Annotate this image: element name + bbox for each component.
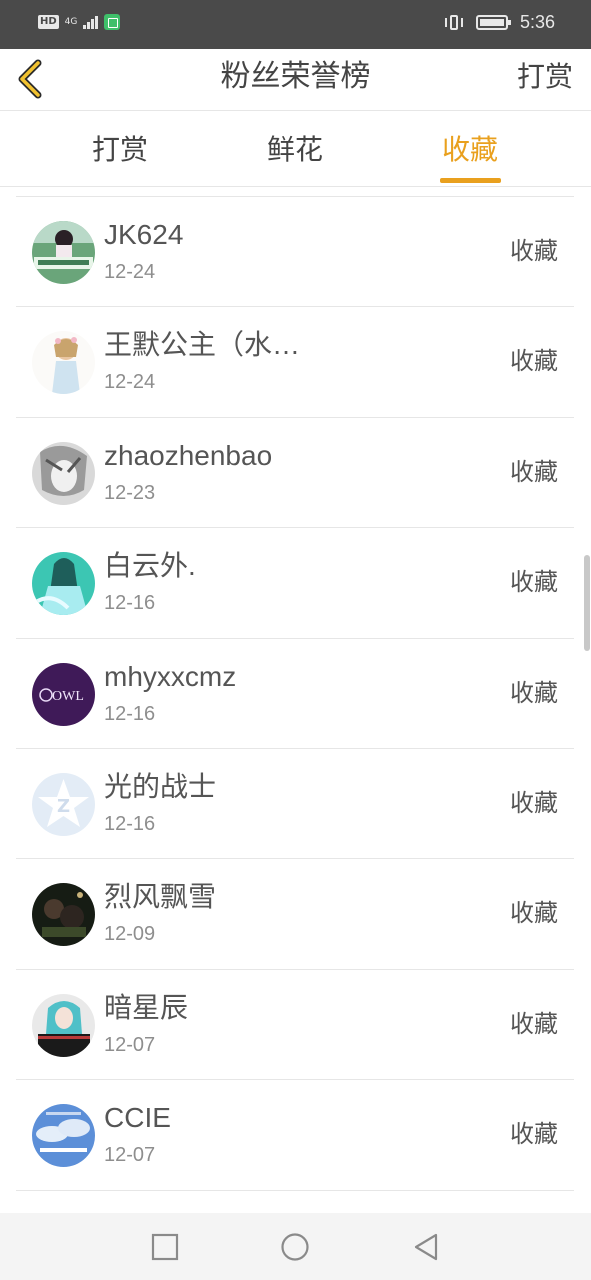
avatar: OWL [32,662,95,726]
fan-name: zhaozhenbao [104,439,273,471]
tab-reward[interactable]: 打赏 [60,130,180,170]
square-icon [151,1233,179,1261]
scrollbar[interactable] [584,555,590,651]
fan-action: 收藏 [510,1009,558,1038]
hd-icon: HD [38,15,59,29]
fan-date: 12-07 [104,1033,156,1056]
avatar-label: OWL [52,689,84,704]
list-item[interactable]: JK624 12-24 收藏 [16,197,574,308]
avatar-label: Z [57,796,70,817]
navigation-bar [0,1213,591,1280]
fan-date: 12-24 [104,371,156,394]
reward-button[interactable]: 打赏 [517,57,573,97]
avatar [32,331,95,395]
list-item[interactable]: 烈风飘雪 12-09 收藏 [16,859,574,970]
fan-action: 收藏 [510,788,558,817]
home-button[interactable] [279,1231,311,1263]
fan-date: 12-23 [104,481,156,504]
fan-action: 收藏 [510,347,558,376]
fan-name: mhyxxcmz [104,660,237,692]
fan-name: JK624 [104,219,184,250]
signal-icon [83,15,99,29]
list-item[interactable]: OWL mhyxxcmz 12-16 收藏 [16,639,574,749]
list-item[interactable]: 白云外. 12-16 收藏 [16,528,574,639]
status-bar: HD 4G 5:36 [0,0,591,49]
avatar [32,993,95,1057]
status-left: HD 4G [38,14,121,30]
fan-date: 12-09 [104,923,156,946]
avatar [32,883,95,947]
fan-list: JK624 12-24 收藏 王默公主（水… 12-24 收藏 zhaozhen… [16,196,574,1191]
triangle-back-icon [414,1233,438,1261]
fan-name: 暗星辰 [104,991,189,1023]
fan-action: 收藏 [510,568,558,597]
clock: 5:36 [519,12,555,32]
header: 粉丝荣誉榜 打赏 [0,49,591,111]
fan-name: 光的战士 [104,770,217,802]
list-item[interactable]: zhaozhenbao 12-23 收藏 [16,418,574,529]
fan-date: 12-16 [104,812,156,835]
list-item[interactable]: 暗星辰 12-07 收藏 [16,970,574,1081]
avatar [32,441,95,505]
avatar [32,221,95,284]
avatar: Z [32,772,95,836]
fan-action: 收藏 [510,899,558,928]
tab-flowers[interactable]: 鲜花 [235,130,355,170]
fan-action: 收藏 [510,457,558,486]
network-type: 4G [64,16,78,27]
tab-favorites[interactable]: 收藏 [410,130,530,170]
battery-icon [475,15,511,30]
list-item[interactable]: Z 光的战士 12-16 收藏 [16,749,574,860]
fan-date: 12-16 [104,592,156,615]
fan-name: CCIE [104,1102,171,1134]
fan-name: 白云外. [104,550,196,582]
fan-name: 王默公主（水… [104,329,301,361]
app-notification-icon [104,14,121,30]
fan-action: 收藏 [510,678,558,707]
nav-back-button[interactable] [410,1231,442,1263]
fan-date: 12-24 [104,261,156,283]
list-item[interactable]: CCIE 12-07 收藏 [16,1080,574,1191]
circle-icon [281,1233,309,1261]
fan-action: 收藏 [510,237,558,265]
fan-action: 收藏 [510,1120,558,1149]
fan-date: 12-16 [104,702,156,725]
active-tab-indicator [440,178,501,183]
fan-name: 烈风飘雪 [104,881,217,913]
tab-bar: 打赏 鲜花 收藏 [0,111,591,187]
avatar [32,1104,95,1168]
avatar [32,552,95,616]
recents-button[interactable] [149,1231,181,1263]
page-title: 粉丝荣誉榜 [220,59,371,94]
list-item[interactable]: 王默公主（水… 12-24 收藏 [16,307,574,418]
status-right: 5:36 [444,12,555,33]
fan-date: 12-07 [104,1144,156,1167]
vibrate-icon [444,14,464,32]
